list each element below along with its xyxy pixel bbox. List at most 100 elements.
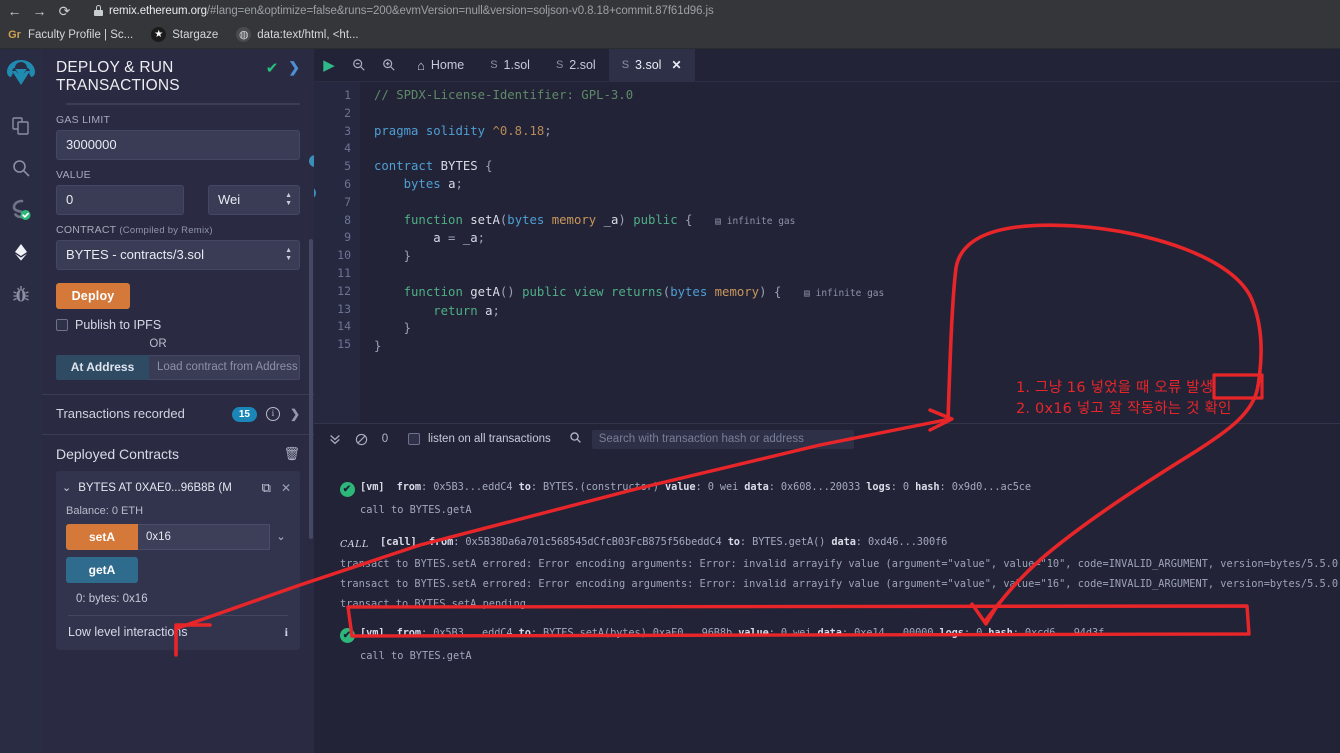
low-level-interactions-row[interactable]: Low level interactions i xyxy=(56,616,300,640)
chevron-right-icon[interactable]: ❯ xyxy=(290,407,300,421)
code-editor[interactable]: 1 2 3 4 5 6 7 8 9 10 11 12 13 14 15 // SPDX-License-Id… xyxy=(314,82,1340,423)
close-icon[interactable]: ✕ xyxy=(671,58,681,72)
contract-select-value: BYTES - contracts/3.sol xyxy=(66,247,204,263)
info-icon[interactable]: i xyxy=(265,407,280,422)
gas-limit-label: GAS LIMIT xyxy=(56,113,111,126)
geta-button[interactable]: getA xyxy=(66,556,138,583)
contract-instance-label: BYTES AT 0XAE0...96B8B (M xyxy=(78,481,232,494)
chevron-down-icon[interactable]: ⌄ xyxy=(270,524,292,550)
contract-select[interactable]: BYTES - contracts/3.sol ▲ ▼ xyxy=(56,239,300,270)
code-line[interactable] xyxy=(374,194,1340,212)
search-icon[interactable] xyxy=(3,149,39,187)
back-icon[interactable]: ← xyxy=(7,3,22,18)
forward-icon[interactable]: → xyxy=(32,3,47,18)
tab-label: 3.sol xyxy=(635,58,662,72)
line-number: 8 xyxy=(344,212,351,227)
code-line[interactable]: } xyxy=(374,338,1340,356)
collapse-terminal-icon[interactable] xyxy=(322,432,348,446)
tab-3sol[interactable]: S 3.sol ✕ xyxy=(608,48,695,82)
editor-code[interactable]: // SPDX-License-Identifier: GPL-3.0 prag… xyxy=(360,82,1340,423)
url-domain: remix.ethereum.org xyxy=(109,4,207,17)
close-icon[interactable]: ✕ xyxy=(281,481,291,495)
code-line[interactable]: } xyxy=(374,320,1340,338)
code-line[interactable]: function getA() public view returns(byte… xyxy=(374,284,1340,303)
address-bar[interactable]: remix.ethereum.org/#lang=en&optimize=fal… xyxy=(86,2,1332,19)
copy-icon[interactable]: ⧉ xyxy=(262,480,271,496)
seta-button[interactable]: setA xyxy=(66,523,138,550)
line-number: 2 xyxy=(344,105,351,120)
zoom-out-icon[interactable] xyxy=(344,58,374,72)
code-line[interactable] xyxy=(374,140,1340,158)
file-explorer-icon[interactable] xyxy=(3,107,39,145)
tab-home-label: Home xyxy=(430,58,465,72)
panel-scrollbar[interactable] xyxy=(309,239,313,539)
bookmarks-bar: Gr Faculty Profile | Sc... ★ Stargaze ◍ … xyxy=(0,21,1340,49)
code-line[interactable] xyxy=(374,105,1340,123)
browser-nav-buttons: ← → ⟳ xyxy=(0,3,72,18)
tab-2sol[interactable]: S 2.sol xyxy=(543,49,609,82)
value-input[interactable]: 0 xyxy=(56,184,184,215)
geta-return-value: 0: bytes: 0x16 xyxy=(76,592,148,605)
check-icon: ✔ xyxy=(265,60,279,77)
terminal-log-line[interactable]: transact to BYTES.setA errored: Error en… xyxy=(314,550,1340,570)
debugger-icon[interactable] xyxy=(3,275,39,313)
solidity-file-icon: S xyxy=(490,59,498,71)
annotation-note-line1: 1. 그냥 16 넣었을 때 오류 발생 xyxy=(1016,380,1214,396)
publish-ipfs-row[interactable]: Publish to IPFS xyxy=(42,309,314,332)
editor-line-numbers: 1 2 3 4 5 6 7 8 9 10 11 12 13 14 15 xyxy=(314,82,360,423)
home-icon: ⌂ xyxy=(417,57,425,73)
editor-tabbar: ▶ ⌂ Home S 1.sol S 2.sol S 3.sol ✕ xyxy=(314,48,1340,82)
line-number: 15 xyxy=(337,337,351,352)
listen-all-checkbox[interactable] xyxy=(408,433,420,445)
terminal-log-entry[interactable]: ✔ [vm] from: 0x5B3...eddC4 to: BYTES.(con… xyxy=(314,464,1340,516)
zoom-in-icon[interactable] xyxy=(374,58,404,72)
at-address-button[interactable]: At Address xyxy=(56,354,149,380)
code-line[interactable]: bytes a; xyxy=(374,176,1340,194)
terminal-search-input[interactable]: Search with transaction hash or address xyxy=(591,429,854,449)
transactions-recorded-row[interactable]: Transactions recorded 15 i ❯ xyxy=(42,395,314,434)
code-line[interactable]: function setA(bytes memory _a) public { … xyxy=(374,212,1340,231)
search-icon xyxy=(569,431,582,447)
chevron-down-icon[interactable]: ⌄ xyxy=(62,481,71,494)
value-row: 0 Wei ▲ ▼ xyxy=(42,184,314,215)
terminal-log-line[interactable]: transact to BYTES.setA pending ... xyxy=(314,590,1340,610)
contract-instance-header[interactable]: ⌄ BYTES AT 0XAE0...96B8B (M ⧉ ✕ xyxy=(56,478,300,496)
chevron-right-icon[interactable]: ❯ xyxy=(288,59,300,76)
code-line[interactable]: } xyxy=(374,248,1340,266)
terminal-log-line[interactable]: transact to BYTES.setA errored: Error en… xyxy=(314,570,1340,590)
bookmark-stargaze[interactable]: ★ Stargaze xyxy=(151,27,218,42)
seta-input[interactable]: 0x16 xyxy=(138,523,270,550)
reload-icon[interactable]: ⟳ xyxy=(57,3,72,18)
info-icon[interactable]: i xyxy=(285,625,288,640)
value-unit-select[interactable]: Wei ▲ ▼ xyxy=(208,184,300,215)
clear-console-icon[interactable] xyxy=(348,433,374,446)
remix-logo-icon[interactable] xyxy=(2,53,40,93)
publish-ipfs-checkbox[interactable] xyxy=(56,318,68,331)
code-line[interactable]: contract BYTES { xyxy=(374,158,1340,176)
address-bar-text: remix.ethereum.org/#lang=en&optimize=fal… xyxy=(109,5,714,17)
at-address-input[interactable]: Load contract from Address xyxy=(149,354,300,380)
run-icon[interactable]: ▶ xyxy=(314,56,344,74)
tab-1sol[interactable]: S 1.sol xyxy=(477,49,543,82)
gas-estimate-note: ▤ infinite gas xyxy=(692,215,796,227)
terminal-log-entry[interactable]: ✔ [vm] from: 0x5B3...eddC4 to: BYTES.setA… xyxy=(314,610,1340,662)
code-line[interactable]: // SPDX-License-Identifier: GPL-3.0 xyxy=(374,87,1340,105)
value-label: VALUE xyxy=(56,168,91,181)
code-line[interactable]: return a; xyxy=(374,303,1340,321)
call-tag: CALL xyxy=(340,539,369,550)
code-line[interactable] xyxy=(374,266,1340,284)
bookmark-datatext[interactable]: ◍ data:text/html, <ht... xyxy=(236,27,359,42)
line-number: 4 xyxy=(344,141,351,156)
bookmark-faculty-profile[interactable]: Gr Faculty Profile | Sc... xyxy=(7,27,133,42)
trash-icon[interactable]: 🗑 xyxy=(283,446,300,462)
gas-limit-input[interactable]: 3000000 xyxy=(56,129,300,160)
tab-home[interactable]: ⌂ Home xyxy=(404,49,477,82)
terminal-log[interactable]: ✔ [vm] from: 0x5B3...eddC4 to: BYTES.(con… xyxy=(314,454,1340,753)
deploy-button[interactable]: Deploy xyxy=(56,282,130,309)
code-line[interactable]: a = _a; xyxy=(374,230,1340,248)
code-line[interactable]: pragma solidity ^0.8.18; xyxy=(374,123,1340,141)
terminal-log-entry[interactable]: CALL [call] from: 0x5B38Da6a701c568545dCf… xyxy=(314,516,1340,550)
terminal-toolbar: 0 listen on all transactions Search with… xyxy=(314,424,1340,454)
deploy-run-icon[interactable] xyxy=(3,233,39,271)
solidity-compiler-icon[interactable] xyxy=(3,191,39,229)
